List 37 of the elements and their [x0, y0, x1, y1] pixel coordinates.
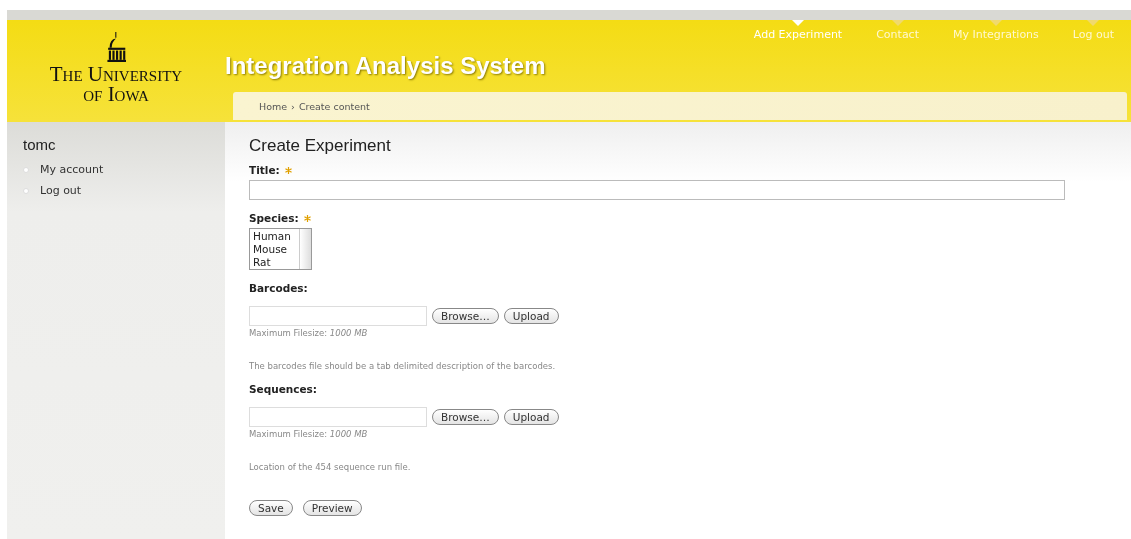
site-title: Integration Analysis System [225, 51, 547, 81]
file-button[interactable]: Browse… [432, 308, 499, 324]
scrollbar[interactable] [299, 229, 311, 269]
bullet-icon [23, 166, 29, 173]
file-button[interactable]: Browse… [432, 409, 499, 425]
size-note: Maximum Filesize: 1000 MB [249, 429, 369, 439]
text-field[interactable] [249, 180, 1065, 200]
page-title: Create Experiment [249, 136, 392, 156]
breadcrumb-separator: › [291, 100, 295, 112]
file-button[interactable]: Upload [503, 409, 559, 425]
file-field[interactable] [249, 407, 427, 427]
field-label: Title: [249, 164, 280, 176]
breadcrumb-link[interactable]: Home [259, 100, 288, 112]
field-label: Species: [249, 212, 299, 224]
sidebar-link[interactable]: My account [40, 163, 104, 176]
logo-text: of Iowa [83, 84, 149, 104]
form-button[interactable]: Save [249, 500, 293, 516]
form-button[interactable]: Preview [302, 500, 362, 516]
field-label: Sequences: [249, 383, 318, 395]
bullet-icon [23, 187, 29, 194]
file-field[interactable] [249, 306, 427, 326]
breadcrumb-link[interactable]: Create content [298, 100, 370, 112]
field-description: Location of the 454 sequence run file. [249, 462, 412, 472]
logo-text: The University [49, 64, 183, 84]
required-icon [303, 214, 311, 222]
field-description: The barcodes file should be a tab delimited description of the barcodes. [249, 361, 557, 371]
size-note: Maximum Filesize: 1000 MB [249, 328, 369, 338]
field-label: Barcodes: [249, 282, 308, 294]
sidebar-link[interactable]: Log out [40, 184, 82, 197]
required-icon [284, 166, 292, 174]
list-box[interactable]: Human Mouse Rat [249, 228, 312, 270]
capitol-dome-icon [105, 32, 127, 62]
file-button[interactable]: Upload [503, 308, 559, 324]
list-option[interactable]: Rat [253, 256, 296, 269]
username: tomc [23, 136, 57, 153]
list-option[interactable]: Mouse [253, 243, 296, 256]
list-option[interactable]: Human [253, 230, 296, 243]
